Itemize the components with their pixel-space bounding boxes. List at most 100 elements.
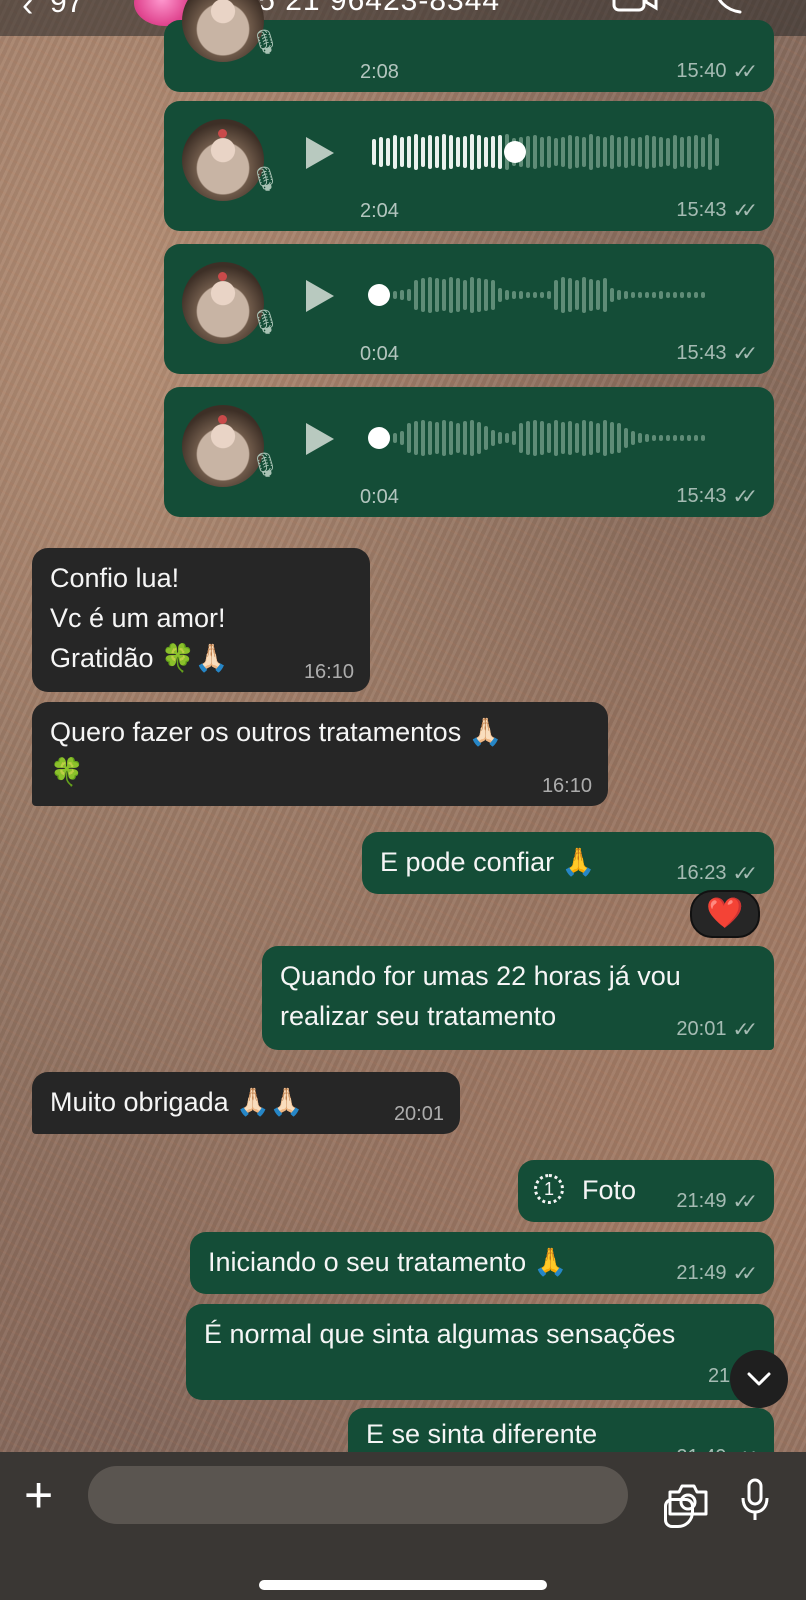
waveform-bar — [491, 136, 495, 168]
waveform-bar — [400, 290, 404, 300]
waveform[interactable] — [372, 270, 736, 320]
incoming-message[interactable]: Muito obrigada 🙏🏻🙏🏻 20:01 — [32, 1072, 460, 1134]
waveform-bar — [659, 291, 663, 299]
waveform-bar — [428, 421, 432, 455]
waveform-bar — [477, 422, 481, 454]
waveform-bar — [582, 420, 586, 456]
waveform-bar — [554, 138, 558, 166]
plus-icon[interactable]: + — [24, 1470, 53, 1520]
waveform-bar — [687, 136, 691, 168]
waveform-bar — [715, 138, 719, 166]
phone-call-icon[interactable] — [712, 0, 748, 14]
waveform-bar — [428, 277, 432, 313]
read-ticks-icon: ✓✓ — [732, 61, 757, 83]
message-meta: 15:43 ✓✓ — [676, 484, 758, 509]
incoming-message[interactable]: Quero fazer os outros tratamentos 🙏🏻 🍀 1… — [32, 702, 608, 806]
waveform-bar — [540, 421, 544, 455]
message-line: Quando for umas 22 horas já vou — [280, 961, 681, 991]
scroll-to-bottom-button[interactable] — [730, 1350, 788, 1408]
view-once-photo-message[interactable]: 1 Foto 21:49 ✓✓ — [518, 1160, 774, 1222]
waveform[interactable] — [372, 413, 736, 463]
waveform-bar — [463, 280, 467, 310]
play-button[interactable] — [306, 280, 334, 312]
home-indicator — [259, 1580, 547, 1590]
voice-message[interactable]: 🎙 0:04 15:43 ✓✓ — [164, 387, 774, 517]
waveform-bar — [407, 289, 411, 301]
message-time: 20:01 — [676, 1018, 727, 1040]
waveform-bar — [624, 291, 628, 299]
waveform-bar — [435, 278, 439, 312]
waveform-bar — [617, 423, 621, 453]
mic-badge-icon: 🎙 — [250, 309, 281, 336]
voice-message[interactable]: 🎙 0:04 15:43 ✓✓ — [164, 244, 774, 374]
outgoing-message[interactable]: Iniciando o seu tratamento 🙏 21:49 ✓✓ — [190, 1232, 774, 1294]
waveform-bar — [638, 137, 642, 167]
waveform-bar — [484, 279, 488, 311]
message-time: 16:10 — [303, 661, 354, 683]
message-text: Muito obrigada 🙏🏻🙏🏻 — [50, 1087, 304, 1117]
waveform[interactable] — [372, 127, 736, 177]
message-text: Foto — [582, 1175, 637, 1205]
outgoing-message[interactable]: Quando for umas 22 horas já vou realizar… — [262, 946, 774, 1050]
waveform-bar — [596, 136, 600, 168]
waveform-bar — [645, 135, 649, 169]
waveform-bar — [421, 278, 425, 312]
video-call-icon[interactable] — [612, 0, 658, 14]
message-meta: 15:43 ✓✓ — [676, 198, 758, 223]
message-line: Quero fazer os outros tratamentos 🙏🏻 — [50, 717, 503, 747]
waveform-bar — [393, 291, 397, 299]
waveform-bar — [694, 135, 698, 169]
waveform-bar — [680, 435, 684, 441]
camera-icon[interactable] — [666, 1482, 710, 1518]
message-meta: 20:01 — [394, 1103, 444, 1126]
playback-knob[interactable] — [368, 284, 390, 306]
playback-knob[interactable] — [504, 141, 526, 163]
read-ticks-icon: ✓✓ — [732, 863, 757, 885]
waveform-bar — [407, 136, 411, 168]
waveform-bar — [533, 135, 537, 169]
waveform-bar — [414, 280, 418, 310]
waveform-bar — [624, 428, 628, 448]
waveform-bar — [491, 280, 495, 310]
chevron-down-icon — [747, 1372, 771, 1386]
waveform-bar — [673, 435, 677, 441]
waveform-bar — [533, 420, 537, 456]
reaction-badge[interactable]: ❤️ — [690, 890, 760, 938]
incoming-message[interactable]: Confio lua! Vc é um amor! Gratidão 🍀🙏🏻 1… — [32, 548, 370, 692]
voice-message[interactable]: 🎙 2:04 15:43 ✓✓ — [164, 101, 774, 231]
waveform-bar — [687, 292, 691, 298]
play-button[interactable] — [306, 423, 334, 455]
waveform-bar — [484, 137, 488, 167]
waveform-bar — [519, 423, 523, 453]
waveform-bar — [701, 137, 705, 167]
waveform-bar — [470, 134, 474, 170]
waveform-bar — [666, 138, 670, 166]
waveform-bar — [505, 433, 509, 443]
playback-knob[interactable] — [368, 427, 390, 449]
outgoing-message[interactable]: E pode confiar 🙏 16:23 ✓✓ — [362, 832, 774, 894]
waveform-bar — [673, 135, 677, 169]
microphone-icon[interactable] — [740, 1478, 770, 1522]
waveform-bar — [603, 278, 607, 312]
waveform-bar — [680, 137, 684, 167]
voice-message[interactable]: 🎙 2:08 15:40 ✓✓ — [164, 0, 774, 92]
message-meta: 15:43 ✓✓ — [676, 341, 758, 366]
play-button[interactable] — [306, 137, 334, 169]
waveform-bar — [526, 136, 530, 168]
message-meta: 16:23 ✓✓ — [676, 861, 758, 886]
waveform-bar — [652, 136, 656, 168]
message-line: 🍀 — [50, 757, 84, 787]
outgoing-message[interactable]: É normal que sinta algumas sensações 21:… — [186, 1304, 774, 1400]
waveform-bar — [568, 278, 572, 312]
waveform-bar — [442, 420, 446, 456]
read-ticks-icon: ✓✓ — [732, 200, 757, 222]
message-text: E pode confiar 🙏 — [380, 847, 596, 877]
back-button[interactable]: ‹ — [22, 0, 33, 25]
waveform-bar — [463, 421, 467, 455]
message-input[interactable] — [88, 1466, 694, 1528]
waveform-bar — [554, 280, 558, 310]
waveform-bar — [449, 421, 453, 455]
waveform-bar — [421, 420, 425, 456]
waveform-bar — [631, 292, 635, 298]
read-ticks-icon: ✓✓ — [732, 1263, 757, 1285]
